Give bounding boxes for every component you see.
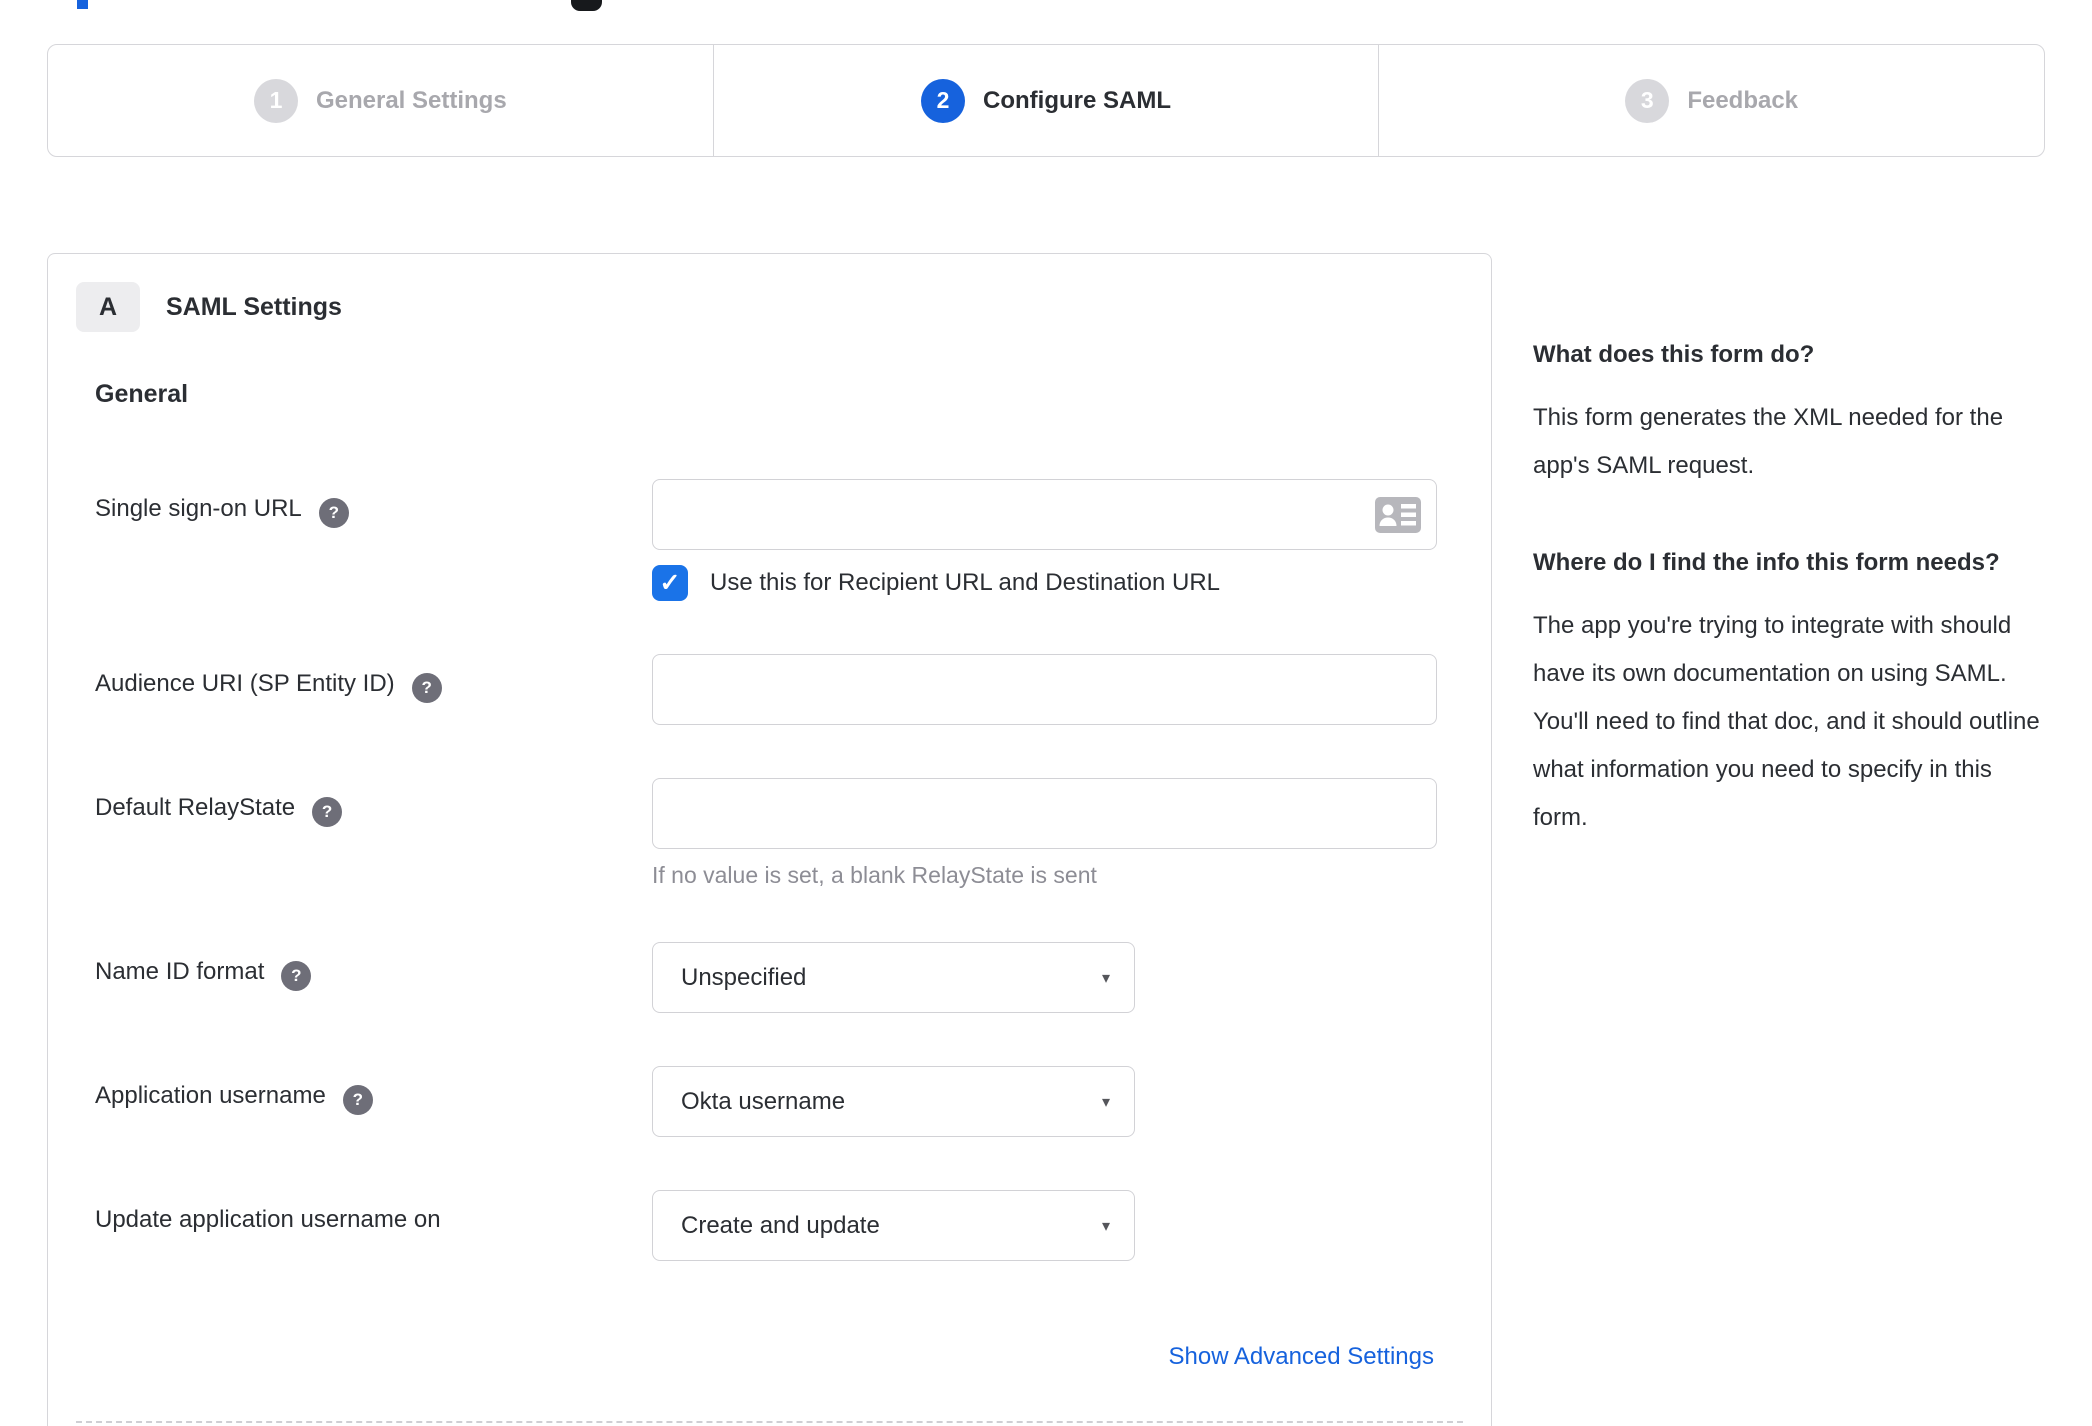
field-control: Okta username ▾ (652, 1066, 1135, 1137)
field-control: Create and update ▾ (652, 1190, 1135, 1261)
field-control (652, 654, 1437, 725)
saml-form: Single sign-on URL ? ✓ Use this for Reci… (76, 479, 1491, 1371)
field-control: Unspecified ▾ (652, 942, 1135, 1013)
step-number-badge: 2 (921, 78, 966, 123)
step-number-badge: 1 (253, 78, 298, 123)
field-control: ✓ Use this for Recipient URL and Destina… (652, 479, 1437, 601)
recipient-url-checkbox-row: ✓ Use this for Recipient URL and Destina… (652, 565, 1437, 601)
help-icon[interactable]: ? (411, 673, 442, 703)
field-label: Default RelayState ? (95, 778, 652, 889)
field-label: Single sign-on URL ? (95, 479, 652, 601)
section-title: SAML Settings (166, 292, 342, 321)
saml-settings-panel: A SAML Settings General Single sign-on U… (47, 253, 1492, 1426)
recipient-url-checkbox[interactable]: ✓ (652, 565, 688, 601)
step-label: General Settings (315, 86, 507, 114)
help-sidebar: What does this form do? This form genera… (1533, 253, 2045, 842)
field-row-app-username: Application username ? Okta username ▾ (95, 1066, 1491, 1137)
relaystate-hint: If no value is set, a blank RelayState i… (652, 862, 1097, 888)
select-value: Okta username (681, 1087, 846, 1115)
help-icon[interactable]: ? (318, 498, 349, 528)
select-value: Create and update (681, 1211, 880, 1239)
field-label-text: Default RelayState (95, 794, 296, 821)
sidebar-section-where: Where do I find the info this form needs… (1533, 540, 2045, 842)
main-content: A SAML Settings General Single sign-on U… (47, 253, 2045, 1426)
help-icon[interactable]: ? (281, 961, 312, 991)
field-label: Name ID format ? (95, 942, 652, 1013)
help-icon[interactable]: ? (312, 797, 343, 827)
help-icon[interactable]: ? (342, 1085, 373, 1115)
cutoff-black-fragment (571, 0, 602, 11)
field-label: Audience URI (SP Entity ID) ? (95, 654, 652, 725)
field-label: Update application username on (95, 1190, 652, 1261)
show-advanced-settings-link[interactable]: Show Advanced Settings (1168, 1343, 1434, 1370)
field-label-text: Single sign-on URL (95, 495, 302, 522)
field-label-text: Audience URI (SP Entity ID) (95, 670, 395, 697)
field-row-audience-uri: Audience URI (SP Entity ID) ? (95, 654, 1491, 725)
sidebar-heading: Where do I find the info this form needs… (1533, 549, 2000, 576)
cutoff-blue-fragment (77, 0, 88, 9)
field-label-text: Application username (95, 1082, 326, 1109)
step-label: Configure SAML (983, 86, 1171, 114)
audience-uri-input[interactable] (652, 654, 1437, 725)
wizard-stepper: 1 General Settings 2 Configure SAML 3 Fe… (47, 44, 2045, 157)
step-number-badge: 3 (1625, 78, 1670, 123)
app-username-select[interactable]: Okta username ▾ (652, 1066, 1135, 1137)
general-group-title: General (95, 380, 189, 408)
sidebar-body: This form generates the XML needed for t… (1533, 404, 2004, 479)
field-row-nameid-format: Name ID format ? Unspecified ▾ (95, 942, 1491, 1013)
chevron-down-icon: ▾ (1101, 1217, 1110, 1235)
sidebar-body: The app you're trying to integrate with … (1533, 612, 2040, 831)
step-feedback[interactable]: 3 Feedback (1378, 45, 2044, 156)
relaystate-input[interactable] (652, 778, 1437, 849)
field-row-relaystate: Default RelayState ? If no value is set,… (95, 778, 1491, 889)
panel-bottom-dashed-divider (76, 1421, 1463, 1423)
recipient-url-checkbox-label: Use this for Recipient URL and Destinati… (710, 569, 1221, 596)
select-value: Unspecified (681, 963, 807, 991)
field-row-update-username: Update application username on Create an… (95, 1190, 1491, 1261)
section-a-badge: A (76, 282, 140, 332)
sidebar-heading: What does this form do? (1533, 341, 1815, 368)
step-configure-saml[interactable]: 2 Configure SAML (712, 45, 1379, 156)
field-label: Application username ? (95, 1066, 652, 1137)
nameid-format-select[interactable]: Unspecified ▾ (652, 942, 1135, 1013)
chevron-down-icon: ▾ (1101, 969, 1110, 987)
field-control: If no value is set, a blank RelayState i… (652, 778, 1437, 889)
update-username-select[interactable]: Create and update ▾ (652, 1190, 1135, 1261)
field-label-text: Update application username on (95, 1206, 441, 1233)
sidebar-section-what: What does this form do? This form genera… (1533, 332, 2045, 490)
step-label: Feedback (1687, 86, 1799, 114)
contact-card-icon[interactable] (1375, 497, 1421, 538)
chevron-down-icon: ▾ (1101, 1093, 1110, 1111)
sso-url-input[interactable] (652, 479, 1437, 550)
advanced-settings-row: Show Advanced Settings (76, 1343, 1434, 1371)
step-general-settings[interactable]: 1 General Settings (48, 45, 713, 156)
field-row-sso-url: Single sign-on URL ? ✓ Use this for Reci… (95, 479, 1491, 601)
section-header: A SAML Settings (76, 282, 1491, 332)
field-label-text: Name ID format (95, 958, 265, 985)
